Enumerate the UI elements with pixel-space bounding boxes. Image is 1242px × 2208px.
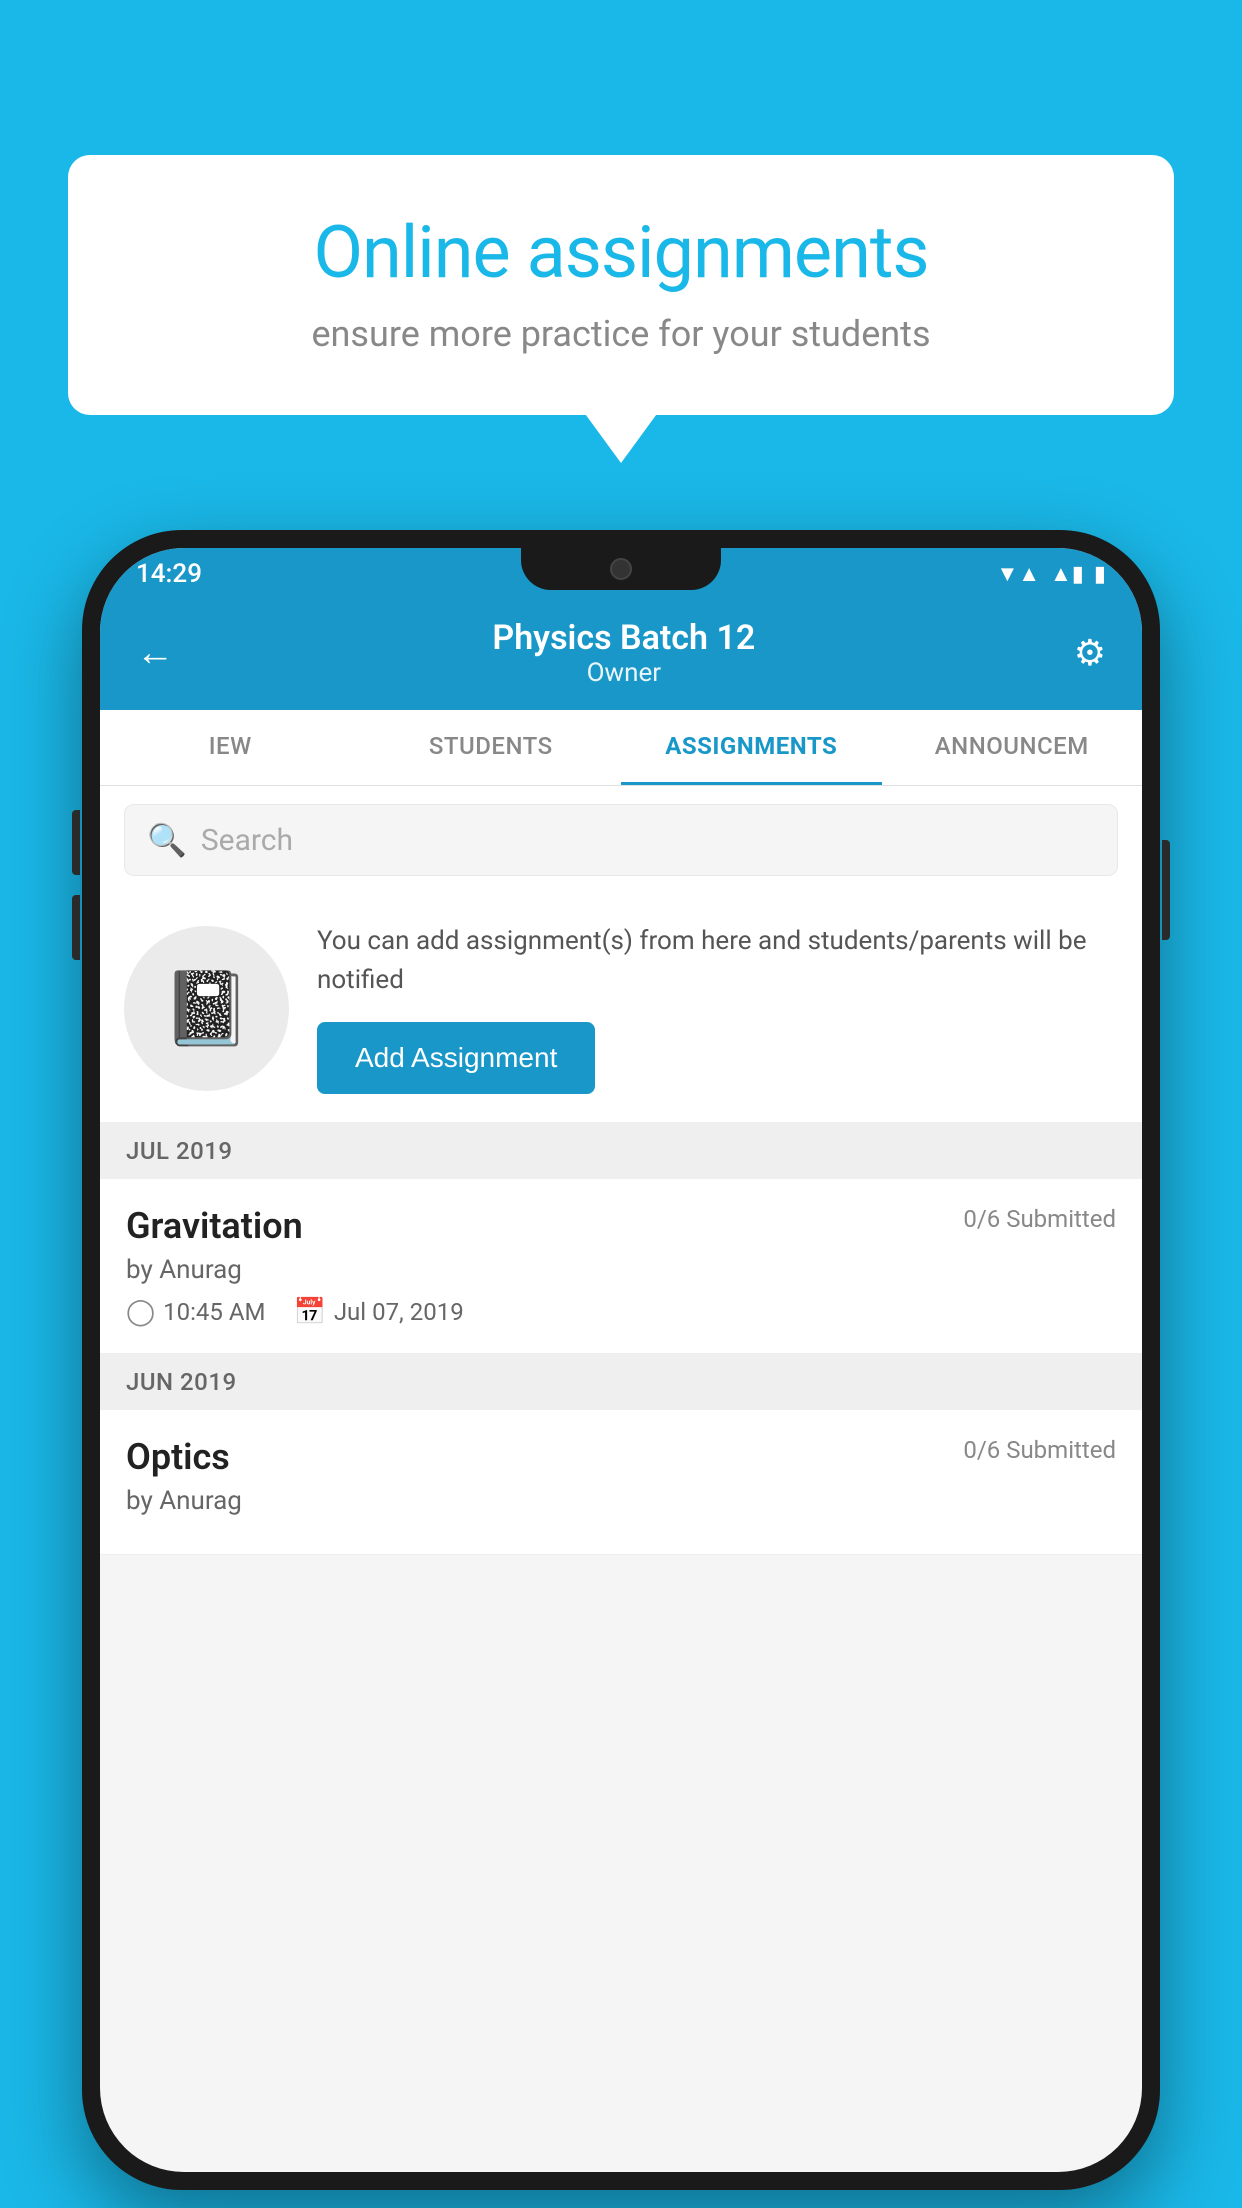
camera (610, 558, 632, 580)
assignment-submitted-optics: 0/6 Submitted (963, 1436, 1116, 1464)
assignment-time-value: 10:45 AM (163, 1298, 265, 1326)
assignment-name: Gravitation (126, 1205, 303, 1247)
add-assignment-section: 📓 You can add assignment(s) from here an… (100, 894, 1142, 1123)
volume-down-button (72, 895, 80, 960)
notch (521, 548, 721, 590)
assignment-name-optics: Optics (126, 1436, 230, 1478)
power-button (1162, 840, 1170, 940)
assignment-header-optics: Optics 0/6 Submitted (126, 1436, 1116, 1478)
wifi-icon: ▼▲ (996, 561, 1040, 587)
back-button[interactable]: ← (136, 631, 174, 675)
add-assignment-button[interactable]: Add Assignment (317, 1022, 595, 1094)
header-title: Physics Batch 12 (492, 618, 755, 658)
tab-students[interactable]: STUDENTS (361, 710, 622, 785)
volume-up-button (72, 810, 80, 875)
search-bar[interactable]: 🔍 Search (124, 804, 1118, 876)
assignment-time: ◯ 10:45 AM (126, 1297, 265, 1327)
month-separator-jul: JUL 2019 (100, 1123, 1142, 1179)
speech-bubble-area: Online assignments ensure more practice … (68, 155, 1174, 415)
assignment-info-text: You can add assignment(s) from here and … (317, 922, 1118, 1000)
assignment-item-gravitation[interactable]: Gravitation 0/6 Submitted by Anurag ◯ 10… (100, 1179, 1142, 1354)
tabs-container: IEW STUDENTS ASSIGNMENTS ANNOUNCEM (100, 710, 1142, 786)
speech-bubble-title: Online assignments (128, 210, 1114, 295)
settings-icon[interactable]: ⚙ (1074, 632, 1106, 674)
search-placeholder: Search (201, 823, 293, 858)
assignment-header: Gravitation 0/6 Submitted (126, 1205, 1116, 1247)
assignment-item-optics[interactable]: Optics 0/6 Submitted by Anurag (100, 1410, 1142, 1555)
tab-announcements[interactable]: ANNOUNCEM (882, 710, 1143, 785)
tab-iew[interactable]: IEW (100, 710, 361, 785)
assignment-by: by Anurag (126, 1255, 1116, 1285)
search-icon: 🔍 (147, 821, 187, 859)
phone-screen: 14:29 ▼▲ ▲▮ ▮ ← Physics Batch 12 Owner ⚙… (100, 548, 1142, 2172)
assignment-info: You can add assignment(s) from here and … (317, 922, 1118, 1094)
assignment-meta: ◯ 10:45 AM 📅 Jul 07, 2019 (126, 1297, 1116, 1327)
status-icons: ▼▲ ▲▮ ▮ (996, 561, 1106, 587)
app-header: ← Physics Batch 12 Owner ⚙ (100, 600, 1142, 710)
assignment-date-value: Jul 07, 2019 (334, 1298, 464, 1326)
search-container: 🔍 Search (100, 786, 1142, 894)
clock-icon: ◯ (126, 1297, 155, 1327)
status-time: 14:29 (136, 559, 202, 589)
phone-body: 14:29 ▼▲ ▲▮ ▮ ← Physics Batch 12 Owner ⚙… (82, 530, 1160, 2190)
speech-bubble-subtitle: ensure more practice for your students (128, 313, 1114, 355)
month-separator-jun: JUN 2019 (100, 1354, 1142, 1410)
calendar-icon: 📅 (293, 1297, 325, 1327)
assignment-icon-circle: 📓 (124, 926, 289, 1091)
assignment-submitted: 0/6 Submitted (963, 1205, 1116, 1233)
notebook-icon: 📓 (162, 966, 252, 1051)
speech-bubble: Online assignments ensure more practice … (68, 155, 1174, 415)
header-subtitle: Owner (492, 658, 755, 688)
signal-icon: ▲▮ (1050, 561, 1084, 587)
battery-icon: ▮ (1094, 562, 1106, 587)
tab-assignments[interactable]: ASSIGNMENTS (621, 710, 882, 785)
assignment-by-optics: by Anurag (126, 1486, 1116, 1516)
header-center: Physics Batch 12 Owner (492, 618, 755, 688)
assignment-date: 📅 Jul 07, 2019 (293, 1297, 463, 1327)
phone-device: 14:29 ▼▲ ▲▮ ▮ ← Physics Batch 12 Owner ⚙… (82, 530, 1160, 2190)
